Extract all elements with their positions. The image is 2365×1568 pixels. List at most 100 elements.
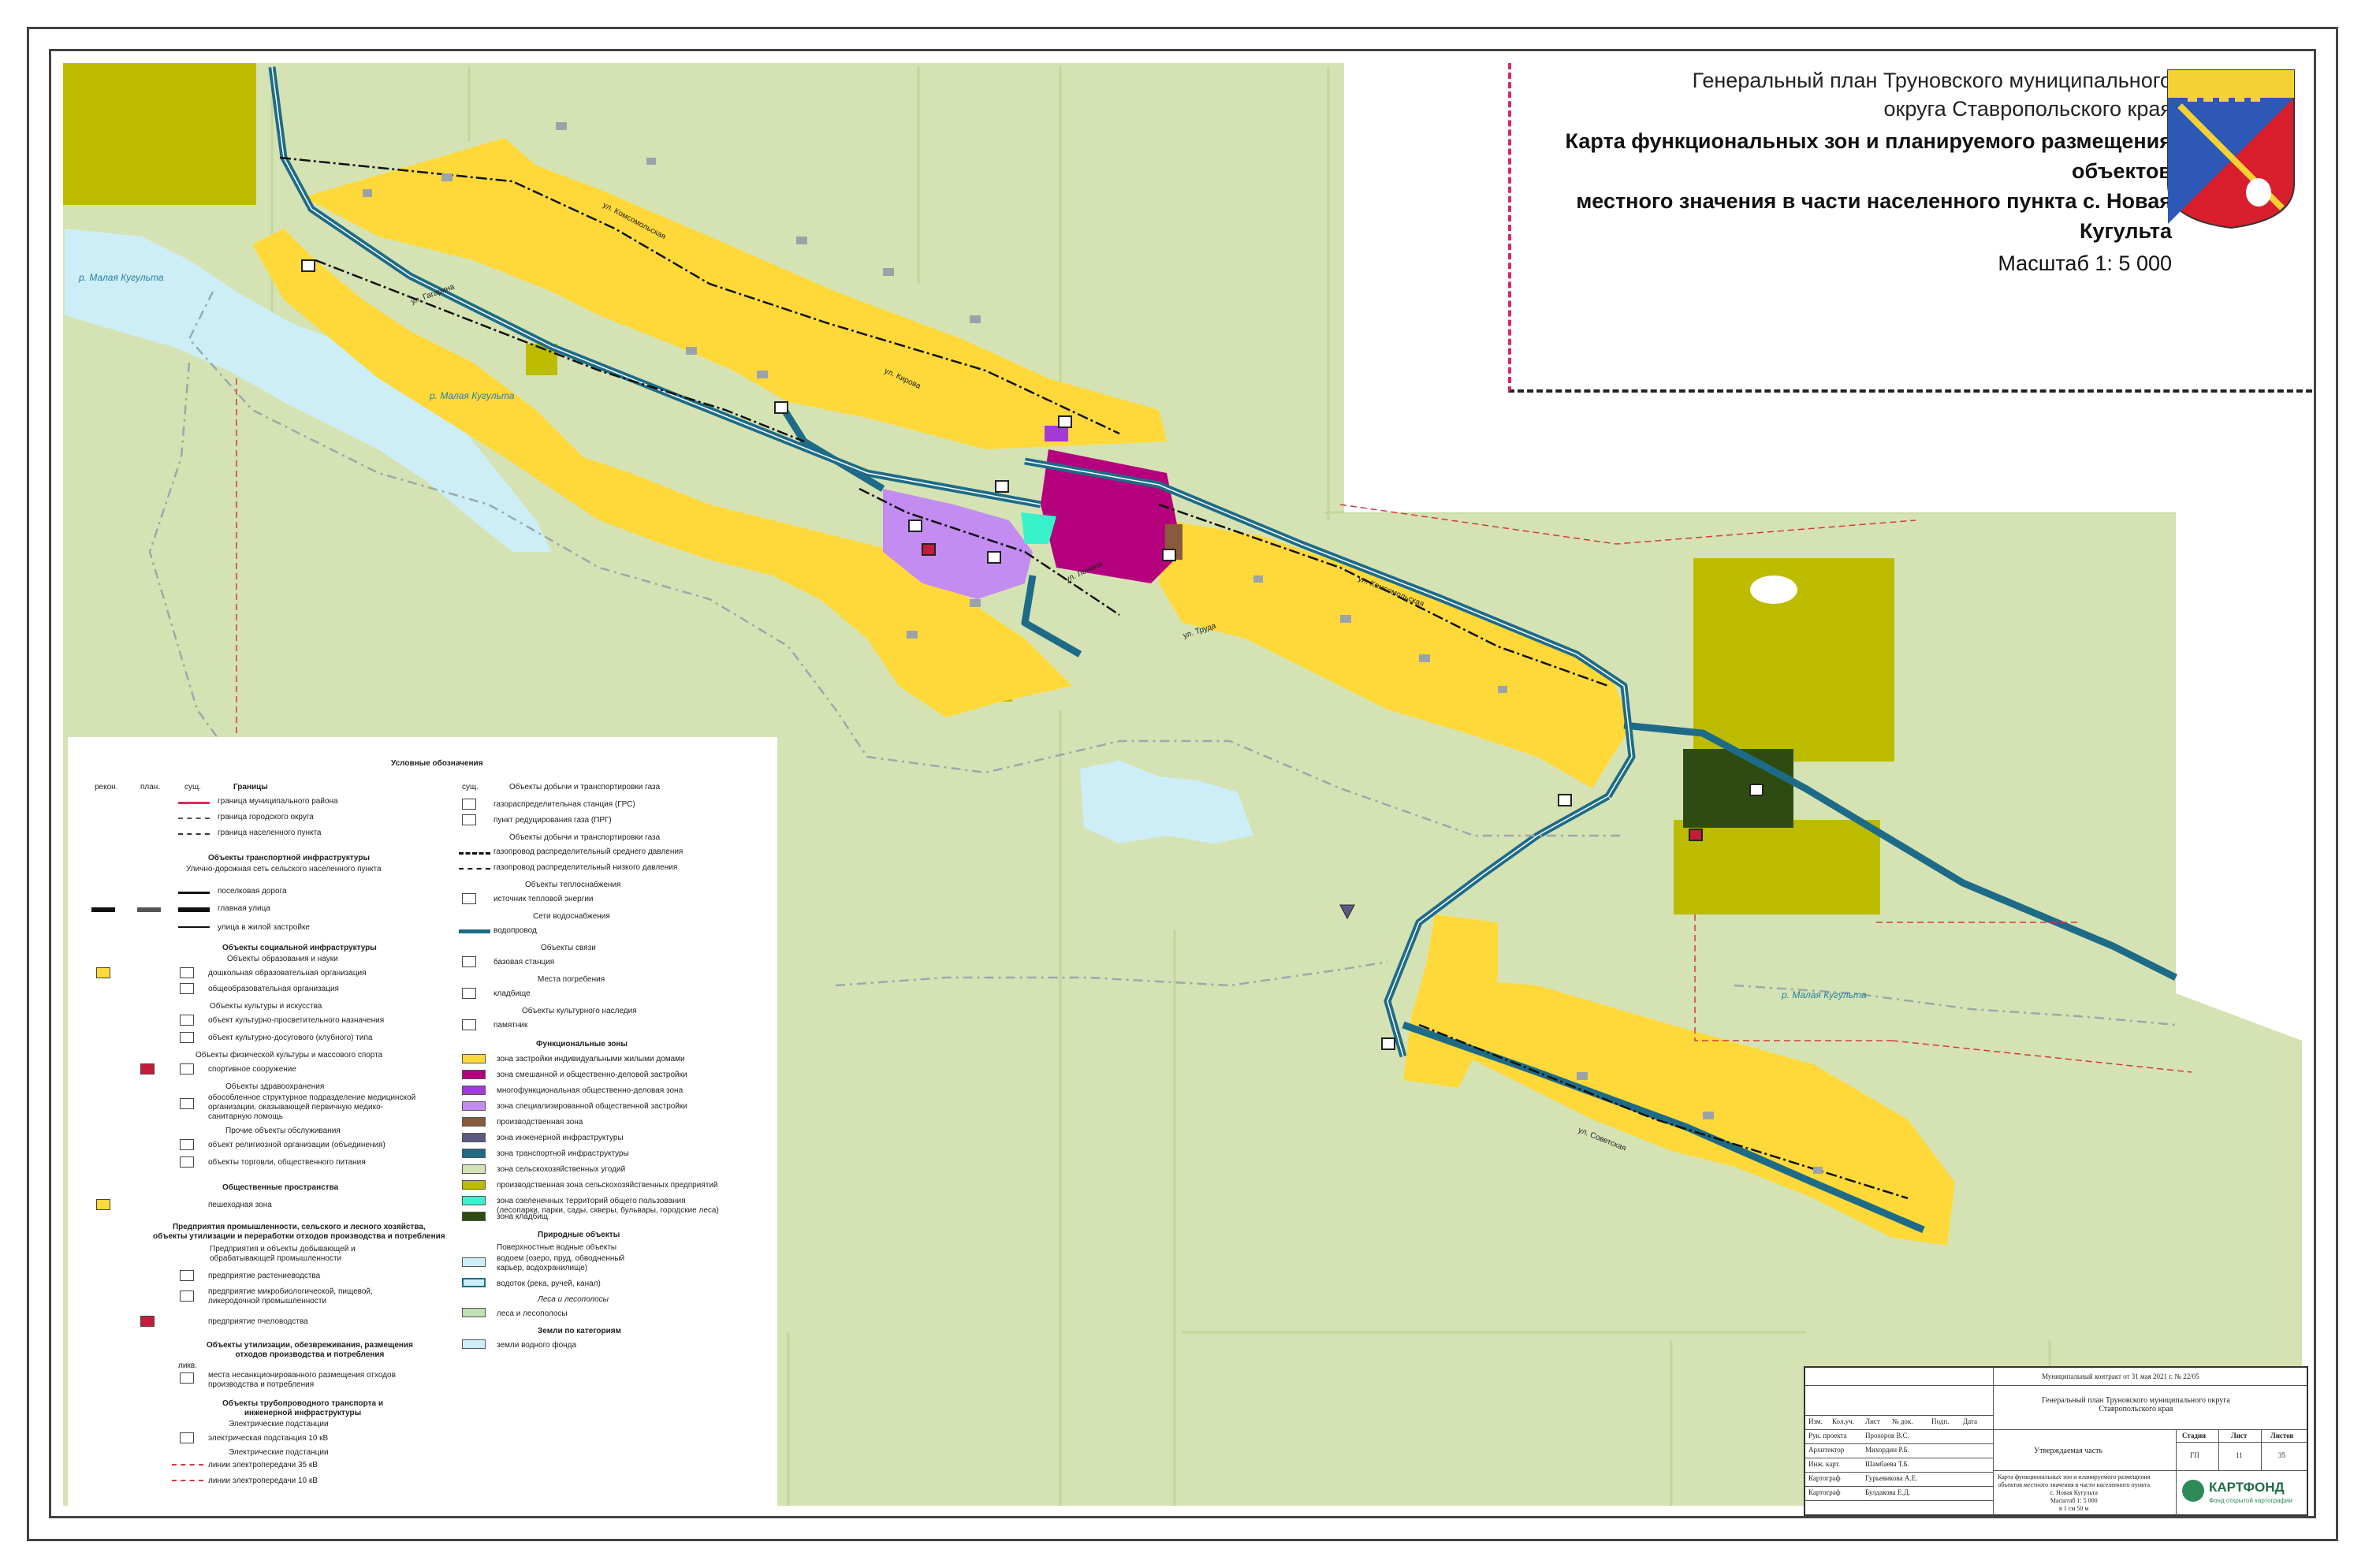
stamp-name-4: Булдакова Е.Д.	[1865, 1488, 1911, 1496]
legend-col-plan: план.	[140, 783, 161, 791]
stamp-head-4: Подп.	[1931, 1417, 1950, 1425]
coat-of-arms-icon	[2167, 69, 2295, 229]
stamp-name-0: Прохоров В.С.	[1865, 1432, 1909, 1440]
legend-road-line2a	[91, 907, 115, 912]
legend-burial-1: кладбище	[493, 989, 531, 998]
stamp-name-2: Шамбаева Т.Б.	[1865, 1460, 1909, 1468]
stamp-role-2: Инж. карт.	[1808, 1460, 1841, 1468]
legend-border-3: граница населенного пункта	[218, 829, 322, 837]
legend-culture-icon	[180, 1015, 194, 1026]
legend-borders-header: Границы	[233, 783, 268, 791]
legend-transport-2: главная улица	[218, 904, 270, 913]
legend-zone-swatch	[462, 1054, 486, 1063]
legend-edu-1: дошкольная образовательная организация	[208, 969, 367, 978]
legend-social-header: Объекты социальной инфраструктуры	[222, 944, 377, 952]
legend-zone-label: зона транспортной инфраструктуры	[497, 1149, 629, 1158]
legend-heat-1: источник тепловой энергии	[493, 895, 594, 903]
legend-health-header: Объекты здравоохранения	[225, 1082, 325, 1091]
legend-border-line1	[178, 802, 210, 804]
legend-zone-label: зона застройки индивидуальными жилыми до…	[497, 1055, 685, 1063]
legend-club-icon	[180, 1032, 194, 1043]
olive-zone-east3	[1726, 863, 1880, 911]
stamp-name-3: Гурьевикова А.Е.	[1865, 1474, 1918, 1482]
legend-zone-swatch	[462, 1212, 486, 1221]
legend-road-line2b	[137, 907, 161, 912]
legend-edu-2: общеобразовательная организация	[208, 985, 339, 993]
legend-border-line3	[178, 833, 210, 835]
legend-edu-header: Объекты образования и науки	[227, 955, 338, 963]
legend-waste-likv: ликв.	[178, 1361, 197, 1370]
legend-natural-2: водоток (река, ручей, канал)	[497, 1279, 601, 1288]
legend-sport-header: Объекты физической культуры и массового …	[196, 1051, 383, 1060]
legend-road-line3	[178, 926, 210, 928]
legend-sport-1: спортивное сооружение	[208, 1065, 296, 1074]
poi-cemetery-icon	[1749, 784, 1764, 796]
legend-pipeline-header: Объекты трубопроводного транспорта и инж…	[222, 1399, 383, 1417]
stamp-name-1: Михордин Р.Б.	[1865, 1446, 1909, 1454]
legend-religious-icon	[180, 1139, 194, 1150]
legend-trade-icon	[180, 1156, 194, 1168]
legend-landcat-1: земли водного фонда	[497, 1341, 577, 1350]
legend-prg-icon	[462, 814, 476, 825]
legend-culture-1: объект культурно-просветительного назнач…	[208, 1016, 385, 1025]
white-area-right	[2176, 512, 2302, 1041]
cemetery-zone	[1683, 749, 1793, 828]
legend-heat-icon	[462, 893, 476, 904]
legend-title: Условные обозначения	[391, 759, 483, 768]
poi-sport2-icon	[922, 543, 936, 556]
poi-beekeeping-icon	[1689, 829, 1703, 841]
legend-waste-1: места несанкционированного размещения от…	[208, 1371, 396, 1389]
legend-food-icon	[180, 1291, 194, 1302]
legend-zone-label: зона кладбищ	[497, 1212, 549, 1221]
kartfond-logo-icon	[2182, 1480, 2204, 1502]
legend-monument-icon	[462, 1019, 476, 1030]
legend-school-icon	[180, 983, 194, 994]
legend-road-line1	[178, 892, 210, 894]
river-label-west: р. Малая Кугульта	[79, 272, 164, 283]
legend-panel: Условные обозначения рекон. план. сущ. Г…	[68, 737, 777, 1514]
stamp-brand-sub: Фонд открытой картографии	[2209, 1497, 2292, 1504]
poi-culture-icon	[1058, 415, 1072, 428]
river-label-east: р. Малая Кугульта	[1782, 989, 1867, 1000]
stamp-sheets: 35	[2278, 1451, 2285, 1459]
stamp-role-0: Рук. проекта	[1808, 1432, 1847, 1440]
legend-natural-header: Природные объекты	[538, 1231, 620, 1239]
legend-zone-swatch	[462, 1133, 486, 1142]
legend-zone-label: зона смешанной и общественно-деловой зас…	[497, 1071, 687, 1079]
legend-line-35	[172, 1464, 203, 1466]
legend-gas-1: газораспределительная станция (ГРС)	[493, 800, 635, 809]
legend-gas2-header: Объекты добычи и транспортировки газа	[509, 833, 661, 842]
stamp-desc: Карта функциональных зон и планируемого …	[1998, 1473, 2151, 1512]
poi-gas2-icon	[1558, 794, 1572, 806]
legend-health-1: обособленное структурное подразделение м…	[208, 1093, 416, 1121]
legend-zone-label: многофункциональная общественно-деловая …	[497, 1086, 683, 1095]
legend-line-10	[172, 1480, 203, 1481]
legend-antenna-icon	[462, 956, 476, 967]
legend-col2-sush: сущ.	[462, 783, 479, 791]
legend-industry-header: Предприятия промышленности, сельского и …	[153, 1223, 445, 1241]
legend-industry-sub: Предприятия и объекты добывающей и обраб…	[210, 1245, 356, 1263]
title-line1: Генеральный план Труновского муниципальн…	[1692, 69, 2172, 92]
legend-water-line	[459, 929, 490, 933]
legend-zone-label: производственная зона	[497, 1118, 583, 1127]
legend-zone-label: зона инженерной инфраструктуры	[497, 1134, 624, 1142]
stamp-sheets-h: Листов	[2270, 1432, 2294, 1440]
legend-gas2-2: газопровод распределительный низкого дав…	[493, 863, 678, 872]
legend-landcat-swatch	[462, 1339, 486, 1349]
poi-trade-icon	[987, 551, 1001, 564]
legend-waste-icon	[180, 1372, 194, 1384]
legend-comm-1: базовая станция	[493, 958, 555, 966]
legend-transport-1: поселковая дорога	[218, 887, 287, 896]
poi-heat-icon	[301, 259, 315, 272]
legend-landcat-header: Земли по категориям	[538, 1327, 621, 1335]
legend-pedestrian-icon	[96, 1199, 110, 1210]
title-line2: округа Ставропольского края	[1883, 97, 2172, 121]
legend-zone-swatch	[462, 1086, 486, 1095]
legend-waterbody-swatch	[462, 1257, 486, 1267]
legend-substation-icon	[180, 1432, 194, 1443]
legend-zone-label: производственная зона сельскохозяйственн…	[497, 1181, 718, 1190]
legend-public-spaces-1: пешеходная зона	[208, 1201, 272, 1209]
legend-forest-1: леса и лесополосы	[497, 1309, 568, 1318]
legend-comm-header: Объекты связи	[541, 944, 596, 952]
stamp-brand: КАРТФОНД	[2209, 1480, 2285, 1495]
